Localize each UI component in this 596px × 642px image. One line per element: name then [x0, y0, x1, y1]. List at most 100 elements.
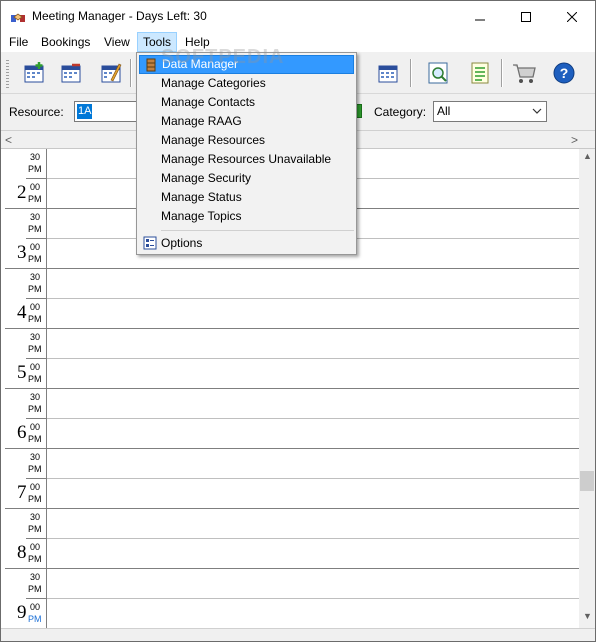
hour-label: 9	[17, 602, 27, 623]
list-button[interactable]	[465, 58, 495, 88]
edit-booking-button[interactable]	[96, 58, 126, 88]
slot-ampm: PM	[28, 554, 42, 564]
minimize-button[interactable]	[457, 4, 503, 35]
scroll-thumb[interactable]	[580, 471, 594, 491]
menu-item-manage-raag[interactable]: Manage RAAG	[139, 112, 354, 131]
menu-item-manage-security[interactable]: Manage Security	[139, 169, 354, 188]
delete-booking-button[interactable]	[56, 58, 86, 88]
menu-item-manage-resources-unavailable[interactable]: Manage Resources Unavailable	[139, 150, 354, 169]
hour-label: 6	[17, 422, 27, 443]
report-search-icon	[428, 62, 448, 84]
time-slot[interactable]: 30 PM	[1, 389, 579, 419]
time-slot[interactable]: 30 PM	[1, 449, 579, 479]
scroll-up-button[interactable]: ▲	[583, 151, 592, 161]
options-icon	[143, 236, 157, 250]
menu-item-data-manager[interactable]: Data Manager	[139, 55, 354, 74]
slot-minutes: 00	[30, 302, 41, 312]
toolbar-separator	[410, 59, 412, 87]
category-label: Category:	[374, 105, 427, 119]
slot-minutes: 30	[30, 452, 41, 462]
menu-item-manage-categories[interactable]: Manage Categories	[139, 74, 354, 93]
calendar-remove-icon	[61, 63, 81, 83]
time-slot[interactable]: 4 00 PM	[1, 299, 579, 329]
time-slot[interactable]: 30 PM	[1, 569, 579, 599]
new-booking-button[interactable]	[19, 58, 49, 88]
menu-view[interactable]: View	[99, 32, 135, 52]
slot-minutes: 30	[30, 272, 41, 282]
scroll-left-button[interactable]: <	[5, 134, 12, 146]
calendar-add-icon	[24, 62, 44, 83]
chevron-down-icon	[532, 108, 542, 114]
menu-file[interactable]: File	[4, 32, 33, 52]
slot-minutes: 30	[30, 572, 41, 582]
title-bar: Meeting Manager - Days Left: 30	[1, 1, 595, 32]
week-view-button[interactable]	[373, 58, 403, 88]
menu-bar: File Bookings View Tools Help	[1, 32, 595, 52]
slot-ampm: PM	[28, 224, 42, 234]
menu-bookings[interactable]: Bookings	[36, 32, 95, 52]
time-slot[interactable]: 30 PM	[1, 269, 579, 299]
time-slot[interactable]: 6 00 PM	[1, 419, 579, 449]
slot-ampm: PM	[28, 464, 42, 474]
main-window: Meeting Manager - Days Left: 30 File Boo…	[0, 0, 596, 642]
svg-text:?: ?	[560, 65, 569, 81]
slot-minutes: 00	[30, 182, 41, 192]
help-icon: ?	[553, 62, 575, 84]
slot-minutes: 00	[30, 542, 41, 552]
menu-item-manage-resources[interactable]: Manage Resources	[139, 131, 354, 150]
slot-ampm: PM	[28, 614, 42, 624]
menu-help[interactable]: Help	[180, 32, 215, 52]
tools-menu: Data Manager Manage Categories Manage Co…	[136, 52, 357, 255]
hour-label: 8	[17, 542, 27, 563]
toolbar-separator	[130, 59, 132, 87]
slot-ampm: PM	[28, 284, 42, 294]
calendar-edit-icon	[101, 63, 122, 83]
menu-item-label: Manage Security	[161, 171, 252, 185]
handshake-app-icon	[11, 13, 25, 22]
menu-item-manage-topics[interactable]: Manage Topics	[139, 207, 354, 226]
menu-item-label: Manage Categories	[161, 76, 266, 90]
report-button[interactable]	[423, 58, 453, 88]
time-slot[interactable]: 9 00 PM	[1, 599, 579, 628]
time-slot[interactable]: 8 00 PM	[1, 539, 579, 569]
menu-item-options[interactable]: Options	[139, 234, 354, 253]
slot-minutes: 00	[30, 422, 41, 432]
resource-label: Resource:	[9, 105, 64, 119]
slot-ampm: PM	[28, 524, 42, 534]
menu-tools[interactable]: Tools	[137, 32, 178, 52]
maximize-button[interactable]	[503, 1, 549, 32]
time-slot[interactable]: 30 PM	[1, 329, 579, 359]
slot-minutes: 30	[30, 212, 41, 222]
resource-value: 1A	[77, 104, 93, 119]
time-slot[interactable]: 30 PM	[1, 509, 579, 539]
slot-minutes: 30	[30, 392, 41, 402]
slot-minutes: 30	[30, 332, 41, 342]
menu-item-manage-contacts[interactable]: Manage Contacts	[139, 93, 354, 112]
menu-separator	[161, 230, 354, 231]
scroll-down-button[interactable]: ▼	[583, 611, 592, 621]
hour-label: 7	[17, 482, 27, 503]
cart-button[interactable]	[509, 58, 539, 88]
status-strip	[1, 628, 595, 641]
vertical-scrollbar[interactable]: ▲ ▼	[579, 149, 595, 628]
slot-ampm: PM	[28, 344, 42, 354]
shopping-cart-icon	[513, 64, 536, 83]
toolbar-grip[interactable]	[6, 60, 9, 88]
slot-ampm: PM	[28, 404, 42, 414]
slot-minutes: 30	[30, 152, 41, 162]
hour-label: 2	[17, 182, 27, 203]
resource-input[interactable]: 1A	[74, 101, 138, 122]
slot-ampm: PM	[28, 314, 42, 324]
time-slot[interactable]: 5 00 PM	[1, 359, 579, 389]
slot-minutes: 00	[30, 242, 41, 252]
scroll-right-button[interactable]: >	[571, 134, 578, 146]
close-button[interactable]	[549, 1, 595, 32]
help-button[interactable]: ?	[549, 58, 579, 88]
menu-item-label: Manage Resources	[161, 133, 266, 147]
time-slot[interactable]: 7 00 PM	[1, 479, 579, 509]
menu-item-manage-status[interactable]: Manage Status	[139, 188, 354, 207]
category-select[interactable]: All	[433, 101, 547, 122]
menu-item-label: Options	[161, 236, 203, 250]
hour-label: 5	[17, 362, 27, 383]
database-icon	[146, 58, 156, 72]
